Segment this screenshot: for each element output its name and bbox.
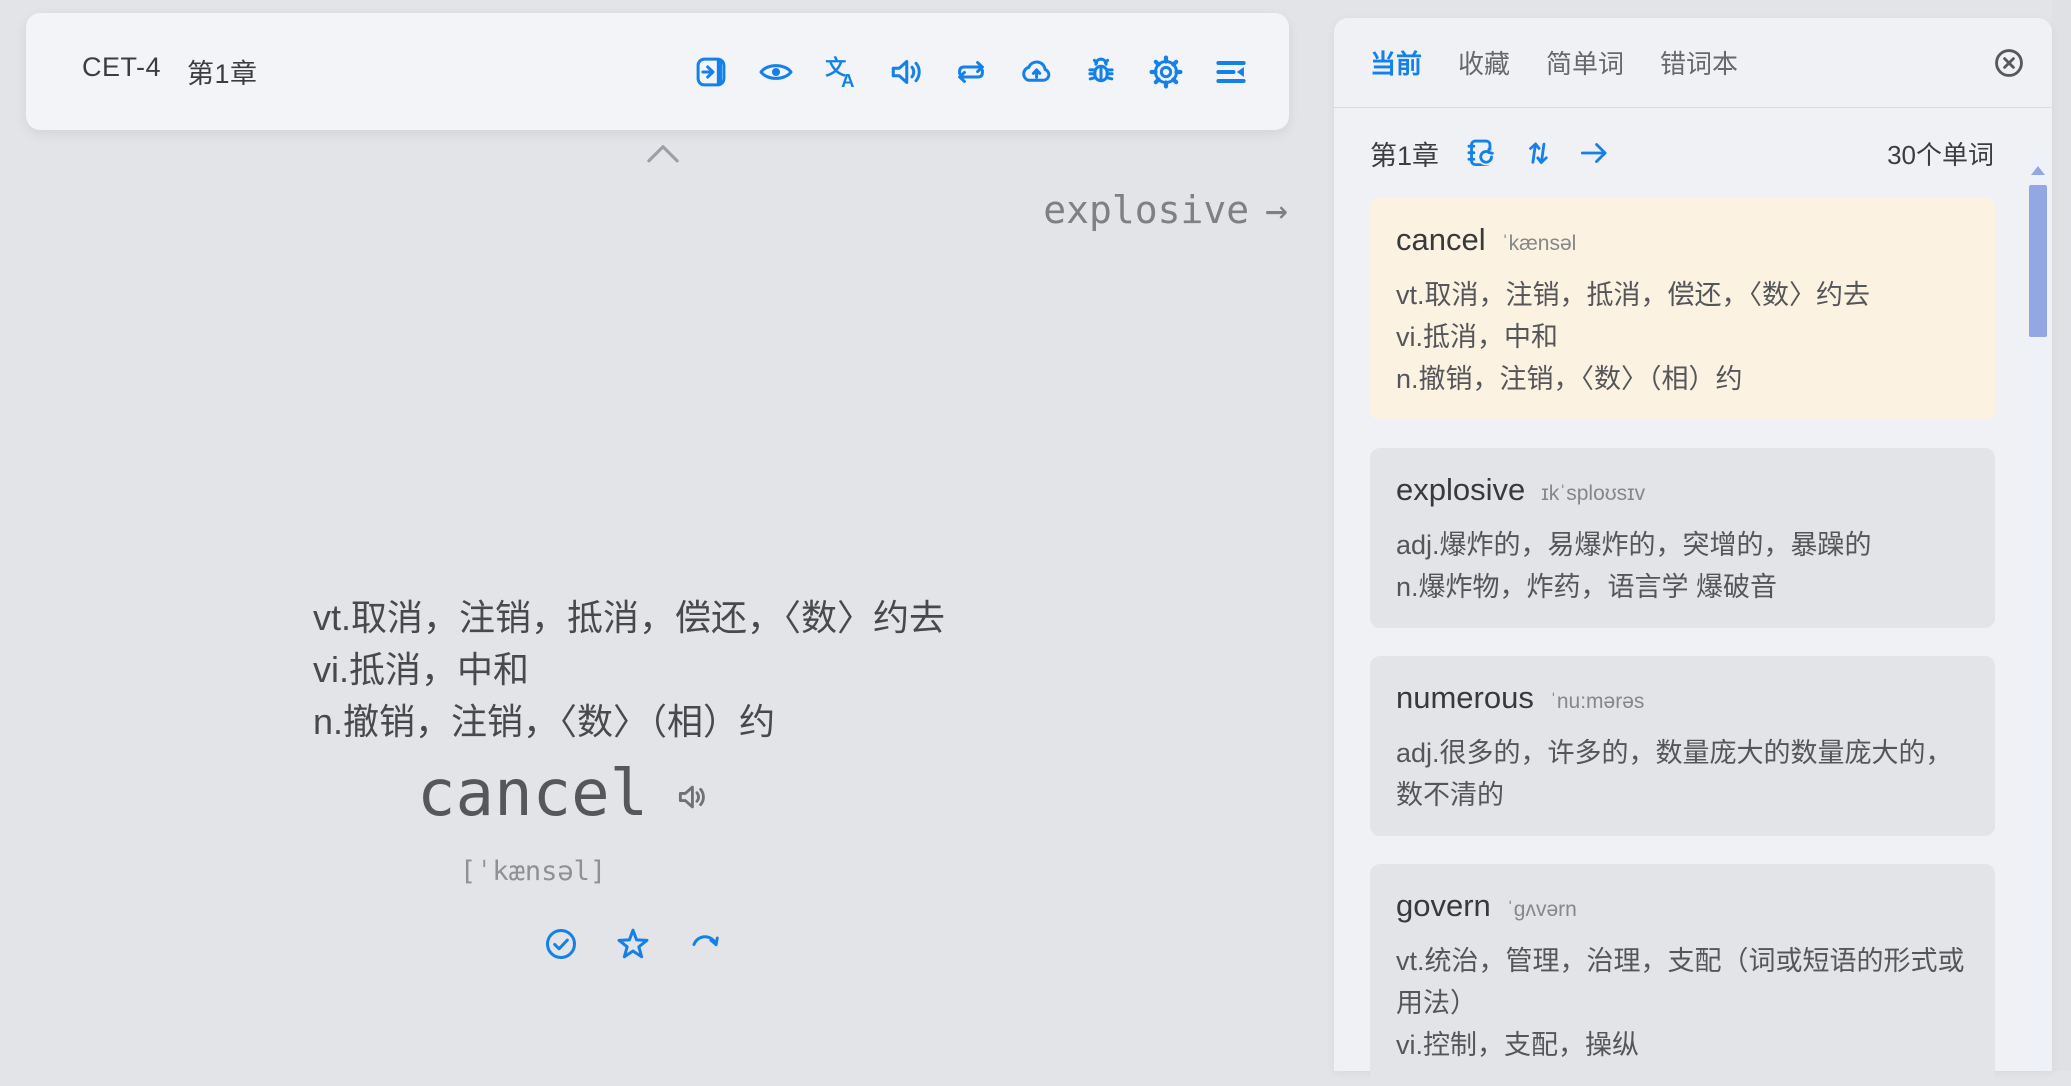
- chapter-row: 第1章: [1370, 120, 2052, 186]
- definition-line: adj.爆炸的，易爆炸的，突增的，暴躁的: [1396, 524, 1969, 566]
- chevron-up-icon[interactable]: [644, 142, 682, 164]
- star-icon[interactable]: [615, 926, 651, 962]
- word-card-govern[interactable]: govern ˈgʌvərn vt.统治，管理，治理，支配（词或短语的形式或用法…: [1370, 864, 1995, 1086]
- word-phonetic: [ˈkænsəl]: [397, 856, 669, 887]
- chapter-name: 第1章: [187, 52, 258, 91]
- word-actions: [543, 926, 723, 962]
- toolbar: CET-4 第1章 文 A: [26, 13, 1289, 130]
- word-list-icon[interactable]: [1213, 54, 1249, 90]
- definition-line: vi.抵消，中和: [313, 644, 945, 696]
- divider: [1334, 107, 2052, 108]
- word-card-cancel[interactable]: cancel ˈkænsəl vt.取消，注销，抵消，偿还，〈数〉约去 vi.抵…: [1370, 198, 1995, 420]
- tab-wrong-words[interactable]: 错词本: [1660, 44, 1738, 81]
- current-word-row: cancel: [417, 756, 708, 832]
- scrollbar-thumb[interactable]: [2029, 185, 2047, 337]
- definition-line: vi.控制，支配，操纵: [1396, 1024, 1969, 1066]
- eye-icon[interactable]: [758, 54, 794, 90]
- card-phonetic: ˈgʌvərn: [1507, 888, 1577, 932]
- definition-line: vt.取消，注销，抵消，偿还，〈数〉约去: [1396, 274, 1969, 316]
- next-chapter-icon[interactable]: [1577, 136, 1611, 170]
- card-title: numerous ˈnu:mərəs: [1396, 676, 1969, 724]
- definition-line: n.撤销，注销，〈数〉（相）约: [1396, 358, 1969, 400]
- tab-easy-words[interactable]: 简单词: [1546, 44, 1624, 81]
- check-circle-icon[interactable]: [543, 926, 579, 962]
- tab-current[interactable]: 当前: [1370, 44, 1422, 81]
- next-word-label: explosive: [1043, 188, 1249, 232]
- word-definitions: vt.取消，注销，抵消，偿还，〈数〉约去 vi.抵消，中和 n.撤销，注销，〈数…: [313, 592, 945, 748]
- card-title: cancel ˈkænsəl: [1396, 218, 1969, 266]
- definition-line: vt.取消，注销，抵消，偿还，〈数〉约去: [313, 592, 945, 644]
- svg-text:A: A: [841, 70, 855, 90]
- definition-line: vt.统治，管理，治理，支配（词或短语的形式或用法）: [1396, 940, 1969, 1024]
- redo-icon[interactable]: [687, 926, 723, 962]
- scroll-up-arrow[interactable]: [2031, 166, 2045, 175]
- definition-line: n.爆炸物，炸药，语言学 爆破音: [1396, 566, 1969, 608]
- definition-line: vi.抵消，中和: [1396, 316, 1969, 358]
- definition-line: n.撤销，注销，〈数〉（相）约: [313, 696, 945, 748]
- card-phonetic: ɪkˈsploʊsɪv: [1541, 472, 1645, 516]
- card-phonetic: ˈnu:mərəs: [1550, 680, 1645, 724]
- card-definitions: vt.取消，注销，抵消，偿还，〈数〉约去 vi.抵消，中和 n.撤销，注销，〈数…: [1396, 274, 1969, 400]
- book-name: CET-4: [82, 52, 161, 91]
- enter-icon[interactable]: [693, 54, 729, 90]
- definition-line: adj.很多的，许多的，数量庞大的数量庞大的，数不清的: [1396, 732, 1969, 816]
- scrollbar-track: [2029, 150, 2047, 1071]
- repeat-icon[interactable]: [953, 54, 989, 90]
- next-word-link[interactable]: explosive →: [1043, 188, 1288, 232]
- card-title: govern ˈgʌvərn: [1396, 884, 1969, 932]
- card-definitions: adj.很多的，许多的，数量庞大的数量庞大的，数不清的: [1396, 732, 1969, 816]
- card-word: govern: [1396, 884, 1491, 928]
- speaker-icon[interactable]: [888, 54, 924, 90]
- word-card-explosive[interactable]: explosive ɪkˈsploʊsɪv adj.爆炸的，易爆炸的，突增的，暴…: [1370, 448, 1995, 628]
- translate-icon[interactable]: 文 A: [823, 54, 859, 90]
- word-list-panel: 当前 收藏 简单词 错词本 第1章: [1334, 18, 2052, 1071]
- bug-icon[interactable]: [1083, 54, 1119, 90]
- chapter-sync-icon[interactable]: [1465, 136, 1499, 170]
- tab-favorites[interactable]: 收藏: [1458, 44, 1510, 81]
- word-count: 30个单词: [1887, 135, 1994, 172]
- sort-icon[interactable]: [1521, 136, 1555, 170]
- toolbar-title: CET-4 第1章: [82, 52, 258, 91]
- card-word: cancel: [1396, 218, 1486, 262]
- window-gutter: [2052, 0, 2071, 1071]
- cloud-upload-icon[interactable]: [1018, 54, 1054, 90]
- current-word: cancel: [417, 756, 648, 832]
- speaker-icon[interactable]: [674, 780, 708, 814]
- card-definitions: vt.统治，管理，治理，支配（词或短语的形式或用法） vi.控制，支配，操纵: [1396, 940, 1969, 1066]
- settings-gear-icon[interactable]: [1148, 54, 1184, 90]
- toolbar-icons: 文 A: [693, 13, 1249, 130]
- close-icon[interactable]: [1992, 46, 2026, 80]
- card-word: numerous: [1396, 676, 1534, 720]
- word-card-numerous[interactable]: numerous ˈnu:mərəs adj.很多的，许多的，数量庞大的数量庞大…: [1370, 656, 1995, 836]
- panel-tabs: 当前 收藏 简单词 错词本: [1370, 18, 2052, 107]
- chapter-label: 第1章: [1370, 134, 1439, 173]
- card-definitions: adj.爆炸的，易爆炸的，突增的，暴躁的 n.爆炸物，炸药，语言学 爆破音: [1396, 524, 1969, 608]
- card-title: explosive ɪkˈsploʊsɪv: [1396, 468, 1969, 516]
- word-list: cancel ˈkænsəl vt.取消，注销，抵消，偿还，〈数〉约去 vi.抵…: [1370, 198, 1995, 1086]
- card-word: explosive: [1396, 468, 1525, 512]
- next-word-arrow-icon: →: [1265, 188, 1288, 232]
- card-phonetic: ˈkænsəl: [1502, 222, 1577, 266]
